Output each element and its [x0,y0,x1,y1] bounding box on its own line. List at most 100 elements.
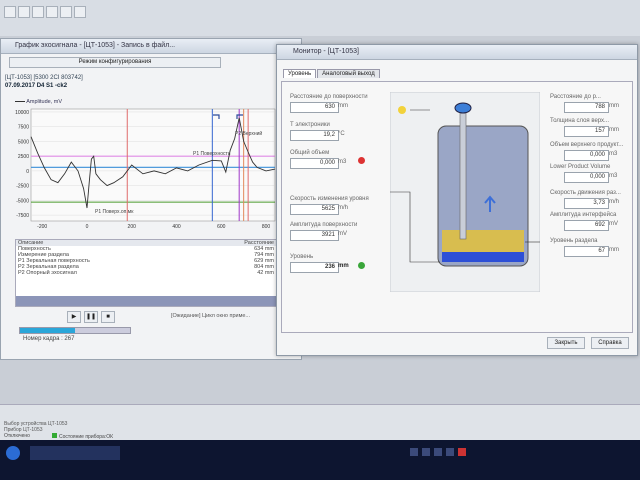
progress-fill [20,328,75,333]
tab-analog-output[interactable]: Аналоговый выход [317,69,380,78]
table-selection-bar[interactable] [16,296,276,306]
unit-label: mm [338,103,348,109]
toolbar-icon[interactable] [60,6,72,18]
right-field-value: 157 [564,126,609,137]
toolbar-icon[interactable] [4,6,16,18]
right-field-label: Объем верхнего продукт... [550,142,624,148]
play-button[interactable]: ▶ [67,311,81,323]
x-tick-label: -200 [37,224,47,230]
echo-peaks-table: Описание Расстояние Поверхность 634 mm Из… [15,239,277,307]
legend-line-icon [15,101,25,103]
progress-bar [19,327,131,334]
start-button[interactable] [6,446,20,460]
status-ok-icon [52,433,57,438]
tray-icon[interactable] [458,448,466,456]
status-bar: Выбор устройства ЦТ-1053 Прибор ЦТ-1053 … [0,404,640,441]
echo-curve-window: График эхосигнала - [ЦТ-1053] - Запись в… [0,38,302,360]
right-field-value: 0,000 [564,150,609,161]
toolbar-icon[interactable] [74,6,86,18]
right-field-label: Толщина слоя верх... [550,118,610,124]
chart-plot-area [30,108,276,222]
x-tick-label: 600 [217,224,226,230]
unit-label: m/h [338,205,349,211]
electronics-temp-value: 19,2 [290,130,339,141]
tray-icon[interactable] [410,448,418,456]
app-toolbar-area [0,0,640,36]
tray-icon[interactable] [434,448,442,456]
taskbar [0,440,640,480]
right-field-value: 3,73 [564,198,609,209]
toolbar-icon[interactable] [18,6,30,18]
pause-button[interactable]: ❚❚ [84,311,98,323]
frame-number-label: Номер кадра : 267 [23,336,75,342]
unit-label: m/h [609,199,620,205]
x-tick-label: 400 [172,224,181,230]
y-tick-label: -7500 [16,213,29,219]
monitor-screen: График эхосигнала - [ЦТ-1053] - Запись в… [0,0,640,480]
y-tick-label: 10000 [15,110,29,116]
x-tick-label: 800 [262,224,271,230]
unit-label: mm [609,247,619,253]
right-field-label: Расстояние до р... [550,94,601,100]
y-tick-label: 5000 [18,139,29,145]
level-tab-panel: Расстояние до поверхности 630 mm Т элект… [281,81,633,333]
lower-product-layer [442,252,524,262]
configuration-mode-button[interactable]: Режим конфигурирования [9,57,221,68]
tab-level[interactable]: Уровень [283,69,317,78]
y-tick-label: 2500 [18,154,29,160]
unit-label: m3 [609,173,618,179]
surface-amplitude-value: 3921 [290,230,339,241]
x-tick-label: 200 [128,224,137,230]
monitor-title: Монитор - [ЦТ-1053] [293,48,359,55]
right-field-value: 0,000 [564,172,609,183]
upper-product-layer [442,230,524,252]
monitor-titlebar: Монитор - [ЦТ-1053] [277,45,637,60]
date-line: 07.09.2017 D4 S1 -ck2 [5,83,68,89]
surface-distance-value: 630 [290,102,339,113]
y-tick-label: -5000 [16,198,29,204]
help-button[interactable]: Справка [591,337,629,349]
right-field-value: 692 [564,220,609,231]
stop-button[interactable]: ■ [101,311,115,323]
unit-label: °C [338,131,345,137]
right-field-value: 788 [564,102,609,113]
right-field-value: 67 [564,246,609,257]
table-row[interactable]: P2 Опорный эхосигнал 42 mm [16,270,276,276]
lamp-icon [398,106,406,114]
level-value: 236 [290,262,339,273]
toolbar-icons [4,6,254,18]
taskbar-app-button[interactable] [30,446,120,460]
tray-icon[interactable] [422,448,430,456]
alarm-icon [358,157,365,164]
field-label-electronics-temp: Т электроники [290,122,330,128]
right-field-label: Lower Product Volume [550,164,611,170]
unit-label: mm [609,103,619,109]
field-label-total-volume: Общий объем [290,150,330,156]
marker-label-p2-upper: P2 Верхний [235,130,262,137]
device-line: [ЦТ-1053] [5300 2CI 803742] [5,75,83,81]
monitor-window: Монитор - [ЦТ-1053] Уровень Аналоговый в… [276,44,638,356]
marker-label-p1-surface: P1 Поверхность [193,151,231,157]
y-tick-label: 0 [26,169,29,175]
y-tick-label: -2500 [16,184,29,190]
transmitter-head-icon [454,102,472,114]
level-rate-value: 5625 [290,204,339,215]
field-label-surface-amplitude: Амплитуда поверхности [290,222,358,228]
unit-label: mV [609,221,618,227]
tray-icon[interactable] [446,448,454,456]
y-tick-label: 7500 [18,125,29,131]
field-label-level: Уровень [290,254,314,260]
echo-window-titlebar: График эхосигнала - [ЦТ-1053] - Запись в… [1,39,301,54]
toolbar-icon[interactable] [32,6,44,18]
tank-illustration [390,92,540,292]
toolbar-icon[interactable] [46,6,58,18]
echo-chart[interactable]: 10000 7500 5000 2500 0 -2500 -5000 -7500 -200 0 2… [3,105,279,237]
close-button[interactable]: Закрыть [547,337,585,349]
table-cell: 42 mm [257,270,274,276]
right-field-label: Скорость движения раз... [550,190,621,196]
echo-window-title: График эхосигнала - [ЦТ-1053] - Запись в… [15,42,176,49]
status-note: [Ожидание] Цикл окно приме... [171,313,251,319]
status-disconnected: Отключено [4,433,30,439]
right-field-label: Амплитуда интерфейса [550,212,617,218]
unit-label: m3 [609,151,618,157]
